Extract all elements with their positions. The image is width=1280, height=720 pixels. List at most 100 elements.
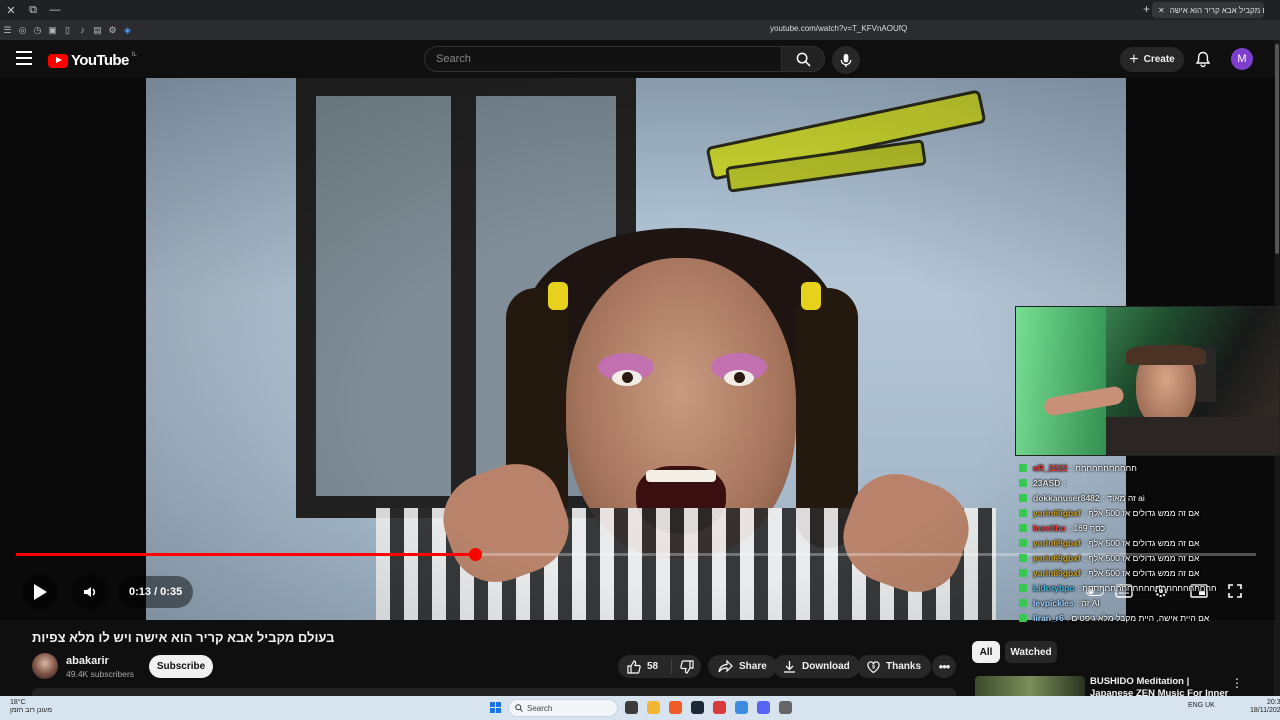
settings-icon[interactable]	[779, 701, 792, 714]
taskbar-search[interactable]: Search	[508, 699, 618, 717]
new-tab-button[interactable]: +	[1143, 2, 1150, 16]
chat-username: eR_2222	[1033, 462, 1068, 473]
search-icon	[515, 704, 523, 712]
chat-username: levpickles	[1033, 597, 1074, 608]
language-indicator[interactable]: ENG UK	[1188, 702, 1215, 709]
share-button[interactable]: Share	[708, 655, 777, 678]
account-avatar[interactable]: M	[1231, 48, 1253, 70]
close-window-icon[interactable]: ✕	[0, 0, 22, 20]
menu-icon[interactable]: ☰	[0, 20, 15, 40]
history-icon[interactable]: ◷	[30, 20, 45, 40]
chat-message: 23ASD:	[1019, 475, 1269, 490]
minimize-window-icon[interactable]: —	[44, 0, 66, 20]
chat-username: liran_r6	[1033, 612, 1064, 623]
thumbs-down-icon	[680, 659, 694, 674]
chat-message: yarin69gbxf: אם זה ממש גדולים אז 500 אלף	[1019, 505, 1269, 520]
steam-icon[interactable]	[691, 701, 704, 714]
split-view-icon[interactable]: ▯	[60, 20, 75, 40]
youtube-logo[interactable]: YouTube IL	[48, 52, 137, 69]
chat-badge-icon	[1019, 463, 1027, 472]
brave-browser-icon[interactable]	[669, 701, 682, 714]
url-field[interactable]: youtube.com/watch?v=T_KFVnAOUfQ	[770, 24, 907, 33]
subscriber-count: 49.4K subscribers	[66, 669, 135, 679]
more-actions-button[interactable]: •••	[932, 655, 956, 678]
chat-badge-icon	[1019, 478, 1027, 487]
chat-username: 23ASD	[1033, 477, 1061, 488]
thanks-heart-icon: $	[867, 660, 880, 673]
play-button[interactable]	[22, 574, 58, 610]
kebab-menu-icon[interactable]: ⋮	[1231, 676, 1243, 690]
task-view-icon[interactable]	[625, 701, 638, 714]
recommended-thumbnail[interactable]	[975, 676, 1085, 696]
search-button[interactable]	[781, 46, 825, 72]
chat-text: : אם זה ממש גדולים אז 500 אלף	[1083, 507, 1200, 518]
browser-address-bar: ☰ ◎ ◷ ▣ ▯ ♪ ▤ ⚙ ◈ ▲ ⛉ ↻ ⊕ ✎ ▭ youtube.co…	[0, 20, 1280, 54]
chat-username: yarin69gbxf	[1033, 552, 1081, 563]
chat-text: : אם זה ממש גדולים אז 500 אלף	[1083, 537, 1200, 548]
close-tab-icon[interactable]: ✕	[1158, 6, 1165, 15]
thumbs-up-icon	[627, 659, 641, 674]
chat-badge-icon	[1019, 523, 1027, 532]
chat-username: yarin69gbxf	[1033, 567, 1081, 578]
app-icon[interactable]	[735, 701, 748, 714]
chat-badge-icon	[1019, 538, 1027, 547]
extension-icon[interactable]: ⚙	[105, 20, 120, 40]
create-button[interactable]: + Create	[1120, 47, 1184, 72]
like-button[interactable]: 58	[618, 659, 672, 674]
thanks-button[interactable]: $ Thanks	[857, 655, 932, 678]
tab-title: בעולם מקביל אבא קריר הוא אישה	[1169, 5, 1264, 15]
browser-tab-bar: ✕ ⧉ — + ✕ בעולם מקביל אבא קריר הוא אישה	[0, 0, 1280, 20]
progress-scrubber[interactable]	[468, 548, 482, 561]
music-icon[interactable]: ♪	[75, 20, 90, 40]
chat-message: Inexitbu: כסף 169	[1019, 520, 1269, 535]
channel-name[interactable]: abakarir	[66, 655, 109, 667]
chat-message: yarin69gbxf: אם זה ממש גדולים אז 500 אלף	[1019, 565, 1269, 580]
chat-username: Lidorybpo	[1033, 582, 1075, 593]
download-button[interactable]: Download	[773, 655, 860, 678]
app-icon[interactable]	[713, 701, 726, 714]
taskbar-clock[interactable]: 20:38 18/11/2025	[1250, 699, 1280, 715]
chat-message: Lidorybpo: חחחחחחחחחחחחחחחחחחחחחחחח	[1019, 580, 1269, 595]
guide-menu-icon[interactable]	[16, 51, 32, 65]
chip-watched[interactable]: Watched	[1005, 641, 1057, 663]
chat-message: dokkanuser8482: זה מאוד ai	[1019, 490, 1269, 505]
chat-badge-icon	[1019, 508, 1027, 517]
tabs-icon[interactable]: ▤	[90, 20, 105, 40]
description-box-top[interactable]	[32, 688, 956, 696]
file-explorer-icon[interactable]	[647, 701, 660, 714]
voice-search-button[interactable]	[832, 46, 860, 74]
chat-text: :	[1063, 477, 1066, 488]
sidebar-icon[interactable]: ▣	[45, 20, 60, 40]
recommended-title[interactable]: BUSHIDO Meditation | Japanese ZEN Music …	[1090, 676, 1230, 696]
search-input[interactable]: Search	[424, 46, 782, 72]
chat-badge-icon	[1019, 553, 1027, 562]
chat-message: levpickles: זה AI	[1019, 595, 1269, 610]
youtube-play-icon	[48, 53, 68, 68]
channel-avatar[interactable]	[32, 653, 58, 679]
restore-window-icon[interactable]: ⧉	[22, 0, 44, 20]
windows-start-icon[interactable]	[490, 702, 501, 713]
chat-username: Inexitbu	[1033, 522, 1066, 533]
chat-badge-icon	[1019, 598, 1027, 607]
video-title: בעולם מקביל אבא קריר הוא אישה ויש לו מלא…	[32, 630, 335, 645]
browser-tab[interactable]: ✕ בעולם מקביל אבא קריר הוא אישה	[1152, 2, 1264, 18]
like-dislike-group: 58	[618, 655, 701, 678]
subscribe-button[interactable]: Subscribe	[149, 655, 213, 678]
vpn-icon[interactable]: ◈	[120, 20, 135, 40]
chat-message: yarin69gbxf: אם זה ממש גדולים אז 500 אלף	[1019, 535, 1269, 550]
video-frame	[146, 78, 1126, 620]
chat-text: : חחחחחחחחחחח	[1070, 462, 1137, 473]
notifications-bell-icon[interactable]	[1195, 51, 1211, 73]
shield-icon[interactable]: ◎	[15, 20, 30, 40]
discord-icon[interactable]	[757, 701, 770, 714]
plus-icon: +	[1129, 50, 1139, 68]
page-scrollbar-thumb[interactable]	[1275, 44, 1279, 254]
weather-widget[interactable]: 18°C מעונן רוב הזמן	[10, 699, 52, 715]
dislike-button[interactable]	[672, 659, 694, 674]
play-icon	[34, 584, 47, 600]
streamer-shirt	[1106, 417, 1279, 455]
mute-button[interactable]	[72, 574, 108, 610]
time-display: 0:13 / 0:35	[118, 576, 194, 608]
chip-all[interactable]: All	[972, 641, 1000, 663]
windows-taskbar: 18°C מעונן רוב הזמן Search ENG UK 20:38 …	[0, 696, 1280, 720]
